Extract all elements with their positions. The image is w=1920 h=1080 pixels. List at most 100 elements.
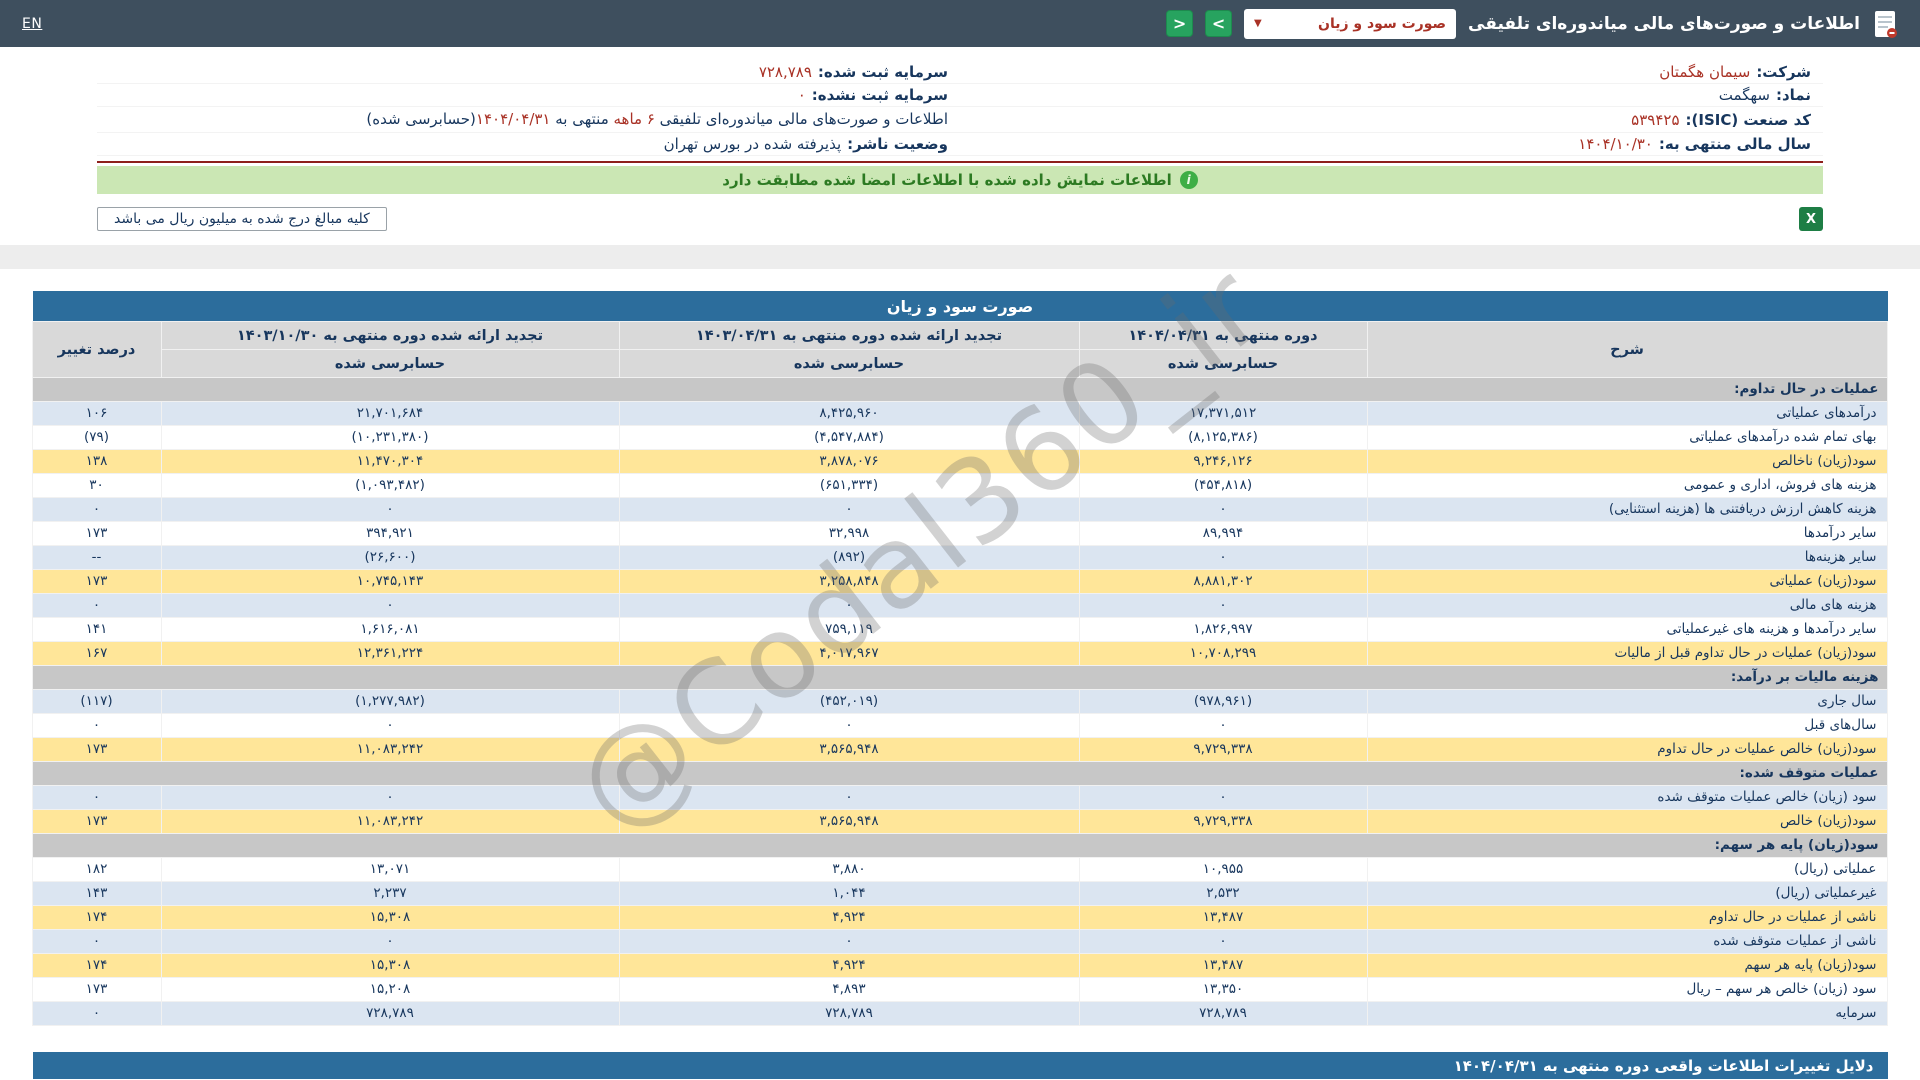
row-label: سایر درآمدها bbox=[1367, 522, 1887, 546]
row-value-period-current: ۰ bbox=[1079, 546, 1367, 570]
table-row: هزینه های فروش، اداری و عمومی(۴۵۴,۸۱۸)(۶… bbox=[32, 474, 1887, 498]
section-row: هزینه مالیات بر درآمد: bbox=[32, 666, 1887, 690]
table-row: عملیاتی (ریال)۱۰,۹۵۵۳,۸۸۰۱۳,۰۷۱۱۸۲ bbox=[32, 858, 1887, 882]
row-label: هزینه های مالی bbox=[1367, 594, 1887, 618]
col-header-period-restated-2: تجدید ارائه شده دوره منتهی به ۱۴۰۳/۱۰/۳۰ bbox=[161, 322, 619, 350]
row-label: سود(زیان) خالص bbox=[1367, 810, 1887, 834]
table-row: هزینه کاهش ارزش دریافتنی ها (هزینه استثن… bbox=[32, 498, 1887, 522]
col-subheader-audited-3: حسابرسی شده bbox=[161, 350, 619, 378]
row-value-restated-2: ۱۰,۷۴۵,۱۴۳ bbox=[161, 570, 619, 594]
row-change-percent: ۰ bbox=[32, 594, 161, 618]
col-header-change-percent: درصد تغییر bbox=[32, 322, 161, 378]
row-change-percent: (۱۱۷) bbox=[32, 690, 161, 714]
row-value-period-current: ۱۷,۳۷۱,۵۱۲ bbox=[1079, 402, 1367, 426]
info-label: کد صنعت (ISIC): bbox=[1686, 111, 1812, 129]
row-change-percent: -- bbox=[32, 546, 161, 570]
row-value-period-current: ۷۲۸,۷۸۹ bbox=[1079, 1002, 1367, 1026]
row-change-percent: ۱۷۳ bbox=[32, 522, 161, 546]
row-value-restated-2: (۲۶,۶۰۰) bbox=[161, 546, 619, 570]
row-value-restated-2: ۰ bbox=[161, 786, 619, 810]
row-value-restated-1: ۴,۹۲۴ bbox=[619, 954, 1079, 978]
col-subheader-audited-1: حسابرسی شده bbox=[1079, 350, 1367, 378]
info-text-part: (حسابرسی شده) bbox=[366, 110, 476, 128]
info-right-row-3: سال مالی منتهی به:۱۴۰۴/۱۰/۳۰ bbox=[960, 133, 1823, 156]
table-row: سود(زیان) ناخالص۹,۲۴۶,۱۲۶۳,۸۷۸,۰۷۶۱۱,۴۷۰… bbox=[32, 450, 1887, 474]
info-value: ۵۳۹۴۲۵ bbox=[1631, 111, 1679, 129]
content-separator bbox=[0, 245, 1920, 269]
prev-statement-button[interactable]: < bbox=[1166, 10, 1193, 37]
info-left-row-1: سرمایه ثبت نشده:۰ bbox=[97, 84, 960, 107]
info-text-part: ۶ ماهه bbox=[614, 110, 655, 128]
row-change-percent: ۱۶۷ bbox=[32, 642, 161, 666]
table-row: سود(زیان) خالص عملیات در حال تداوم۹,۷۲۹,… bbox=[32, 738, 1887, 762]
changes-reason-band[interactable]: دلایل تغییرات اطلاعات واقعی دوره منتهی ب… bbox=[33, 1052, 1888, 1079]
table-row: غیرعملیاتی (ریال)۲,۵۳۲۱,۰۴۴۲,۲۳۷۱۴۳ bbox=[32, 882, 1887, 906]
row-value-restated-1: ۰ bbox=[619, 594, 1079, 618]
row-value-restated-2: ۱۱,۴۷۰,۳۰۴ bbox=[161, 450, 619, 474]
row-change-percent: ۱۷۴ bbox=[32, 906, 161, 930]
info-icon: i bbox=[1180, 171, 1198, 189]
topbar: اطلاعات و صورت‌های مالی میاندوره‌ای تلفی… bbox=[0, 0, 1920, 47]
row-value-restated-1: ۳۲,۹۹۸ bbox=[619, 522, 1079, 546]
row-value-restated-2: (۱,۲۷۷,۹۸۲) bbox=[161, 690, 619, 714]
table-row: سود (زیان) خالص عملیات متوقف شده۰۰۰۰ bbox=[32, 786, 1887, 810]
info-value: ۰ bbox=[798, 86, 806, 104]
row-value-restated-2: ۱۵,۲۰۸ bbox=[161, 978, 619, 1002]
info-label: وضعیت ناشر: bbox=[847, 135, 948, 153]
table-row: سود(زیان) خالص۹,۷۲۹,۳۳۸۳,۵۶۵,۹۴۸۱۱,۰۸۳,۲… bbox=[32, 810, 1887, 834]
row-change-percent: ۱۷۳ bbox=[32, 810, 161, 834]
info-right-row-1: نماد:سهگمت bbox=[960, 84, 1823, 107]
row-label: سرمایه bbox=[1367, 1002, 1887, 1026]
excel-export-icon[interactable]: X bbox=[1799, 207, 1823, 231]
row-value-restated-2: ۷۲۸,۷۸۹ bbox=[161, 1002, 619, 1026]
table-row: سال جاری(۹۷۸,۹۶۱)(۴۵۲,۰۱۹)(۱,۲۷۷,۹۸۲)(۱۱… bbox=[32, 690, 1887, 714]
row-value-restated-1: ۴,۰۱۷,۹۶۷ bbox=[619, 642, 1079, 666]
row-label: سود(زیان) خالص عملیات در حال تداوم bbox=[1367, 738, 1887, 762]
row-value-restated-1: ۰ bbox=[619, 786, 1079, 810]
row-label: سود(زیان) عملیاتی bbox=[1367, 570, 1887, 594]
row-change-percent: ۳۰ bbox=[32, 474, 161, 498]
table-row: هزینه های مالی۰۰۰۰ bbox=[32, 594, 1887, 618]
row-value-restated-2: ۰ bbox=[161, 498, 619, 522]
page-title: اطلاعات و صورت‌های مالی میاندوره‌ای تلفی… bbox=[1468, 14, 1860, 34]
info-value: ۱۴۰۴/۱۰/۳۰ bbox=[1578, 135, 1653, 153]
row-value-restated-1: (۴۵۲,۰۱۹) bbox=[619, 690, 1079, 714]
row-label: عملیاتی (ریال) bbox=[1367, 858, 1887, 882]
info-value: پذیرفته شده در بورس تهران bbox=[664, 135, 842, 153]
english-language-link[interactable]: EN bbox=[22, 16, 42, 32]
row-value-restated-2: ۱۱,۰۸۳,۲۴۲ bbox=[161, 810, 619, 834]
row-value-restated-2: ۱۳,۰۷۱ bbox=[161, 858, 619, 882]
row-value-restated-2: ۱۵,۳۰۸ bbox=[161, 954, 619, 978]
company-info: شرکت:سیمان هگمتانسرمایه ثبت شده:۷۲۸,۷۸۹ن… bbox=[97, 61, 1823, 156]
info-label: سرمایه ثبت شده: bbox=[818, 63, 948, 81]
row-change-percent: ۰ bbox=[32, 786, 161, 810]
income-statement-table: شرح دوره منتهی به ۱۴۰۴/۰۴/۳۱ تجدید ارائه… bbox=[32, 321, 1888, 1026]
row-value-restated-1: ۰ bbox=[619, 714, 1079, 738]
row-value-restated-1: ۴,۹۲۴ bbox=[619, 906, 1079, 930]
table-row: سایر درآمدها و هزینه های غیرعملیاتی۱,۸۲۶… bbox=[32, 618, 1887, 642]
row-change-percent: ۱۴۱ bbox=[32, 618, 161, 642]
row-value-period-current: (۴۵۴,۸۱۸) bbox=[1079, 474, 1367, 498]
row-value-restated-1: ۱,۰۴۴ bbox=[619, 882, 1079, 906]
table-row: ناشی از عملیات متوقف شده۰۰۰۰ bbox=[32, 930, 1887, 954]
row-change-percent: ۰ bbox=[32, 930, 161, 954]
row-value-period-current: ۹,۲۴۶,۱۲۶ bbox=[1079, 450, 1367, 474]
table-row: درآمدهای عملیاتی۱۷,۳۷۱,۵۱۲۸,۴۲۵,۹۶۰۲۱,۷۰… bbox=[32, 402, 1887, 426]
section-label: سود(زیان) پایه هر سهم: bbox=[32, 834, 1887, 858]
row-value-period-current: ۰ bbox=[1079, 786, 1367, 810]
row-value-period-current: ۱,۸۲۶,۹۹۷ bbox=[1079, 618, 1367, 642]
col-header-period-current: دوره منتهی به ۱۴۰۴/۰۴/۳۱ bbox=[1079, 322, 1367, 350]
row-value-restated-1: (۶۵۱,۳۳۴) bbox=[619, 474, 1079, 498]
statement-select[interactable]: صورت سود و زیان ▼ bbox=[1244, 9, 1456, 39]
row-value-restated-2: ۱۵,۳۰۸ bbox=[161, 906, 619, 930]
section-label: عملیات در حال تداوم: bbox=[32, 378, 1887, 402]
info-label: نماد: bbox=[1776, 86, 1811, 104]
row-value-restated-2: ۳۹۴,۹۲۱ bbox=[161, 522, 619, 546]
row-change-percent: ۱۷۳ bbox=[32, 738, 161, 762]
report-icon[interactable] bbox=[1872, 9, 1898, 39]
table-row: سال‌های قبل۰۰۰۰ bbox=[32, 714, 1887, 738]
next-statement-button[interactable]: > bbox=[1205, 10, 1232, 37]
row-label: سایر درآمدها و هزینه های غیرعملیاتی bbox=[1367, 618, 1887, 642]
row-change-percent: ۱۷۴ bbox=[32, 954, 161, 978]
row-value-period-current: ۱۳,۴۸۷ bbox=[1079, 906, 1367, 930]
